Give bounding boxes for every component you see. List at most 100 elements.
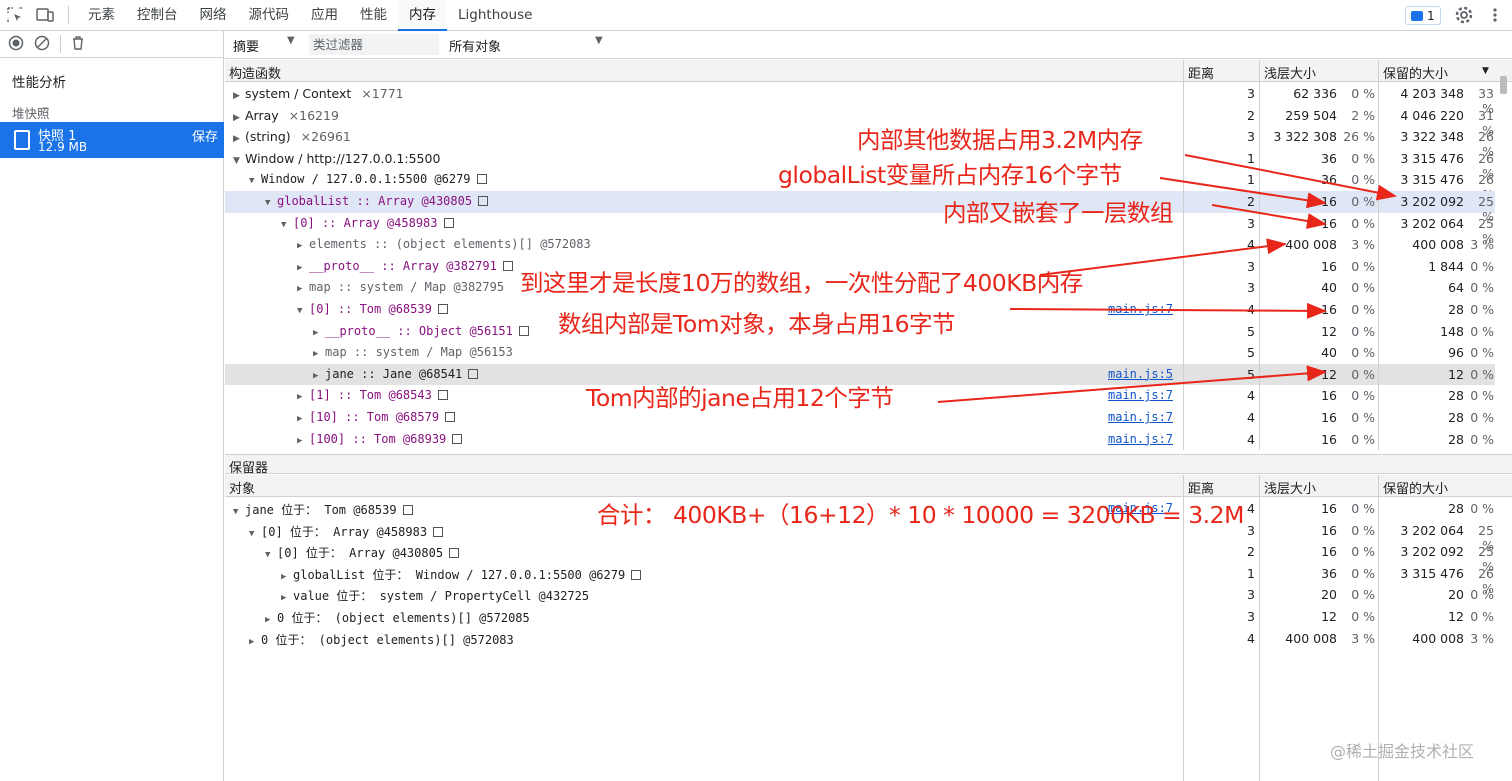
expand-triangle-closed-icon[interactable]: ▶: [297, 436, 309, 446]
expand-triangle-closed-icon[interactable]: ▶: [265, 615, 277, 625]
column-constructor[interactable]: 构造函数: [229, 63, 281, 82]
retained-size-cell: 20: [1448, 587, 1464, 603]
chevron-down-icon[interactable]: ▼: [287, 35, 295, 46]
expand-triangle-closed-icon[interactable]: ▶: [297, 263, 309, 273]
column-distance[interactable]: 距离: [1188, 478, 1214, 497]
column-shallow-size[interactable]: 浅层大小: [1264, 63, 1316, 82]
table-row[interactable]: ▶ map :: system / Map @56153 5 40 0 % 96 0 %: [225, 342, 1495, 364]
scrollbar-thumb[interactable]: [1500, 76, 1507, 94]
sort-desc-icon[interactable]: ▼: [1482, 66, 1489, 76]
tab-console[interactable]: 控制台: [126, 0, 189, 31]
clear-icon[interactable]: [34, 35, 50, 54]
issues-counter-button[interactable]: 1: [1405, 6, 1441, 25]
store-as-global-icon[interactable]: [478, 196, 489, 206]
expand-triangle-closed-icon[interactable]: ▶: [297, 414, 309, 424]
retained-percent-cell: 0 %: [1470, 366, 1494, 382]
store-as-global-icon[interactable]: [437, 390, 448, 401]
expand-triangle-closed-icon[interactable]: ▶: [233, 113, 245, 123]
source-link[interactable]: main.js:7: [1108, 432, 1173, 446]
expand-triangle-closed-icon[interactable]: ▶: [233, 134, 245, 144]
tab-sources[interactable]: 源代码: [238, 0, 301, 31]
source-link[interactable]: main.js:7: [1108, 410, 1173, 424]
table-row[interactable]: ▶ system / Context ×1771 3 62 336 0 % 4 203 34…: [225, 83, 1495, 116]
trash-icon[interactable]: [71, 35, 85, 54]
table-scrollbar[interactable]: [1497, 70, 1510, 446]
source-link[interactable]: main.js:7: [1108, 302, 1173, 316]
expand-triangle-closed-icon[interactable]: ▶: [281, 572, 293, 582]
source-link[interactable]: main.js:5: [1108, 367, 1173, 381]
table-row[interactable]: ▼ [0] :: Array @458983 3 16 0 % 3 202 064 25 %: [225, 213, 1495, 246]
column-distance[interactable]: 距离: [1188, 63, 1214, 82]
row-label: [10] :: Tom @68579: [309, 410, 440, 424]
tab-performance[interactable]: 性能: [349, 0, 398, 31]
table-row[interactable]: ▶ elements :: (object elements)[] @572083…: [225, 234, 1495, 256]
expand-triangle-open-icon[interactable]: ▼: [265, 198, 277, 208]
expand-triangle-open-icon[interactable]: ▼: [233, 156, 245, 166]
table-row[interactable]: ▶ value 位于： system / PropertyCell @432725…: [225, 584, 1495, 606]
store-as-global-icon[interactable]: [468, 368, 479, 379]
column-shallow-size[interactable]: 浅层大小: [1264, 478, 1316, 497]
expand-triangle-closed-icon[interactable]: ▶: [297, 284, 309, 294]
column-retained-size[interactable]: 保留的大小: [1383, 478, 1448, 497]
tab-elements[interactable]: 元素: [77, 0, 126, 31]
table-row[interactable]: ▶ 0 位于： (object elements)[] @572083 4 400 0…: [225, 628, 1495, 650]
class-filter-input[interactable]: [309, 34, 439, 55]
expand-triangle-open-icon[interactable]: ▼: [233, 507, 245, 517]
store-as-global-icon[interactable]: [631, 569, 642, 580]
snapshot-save-link[interactable]: 保存: [192, 126, 218, 145]
table-row[interactable]: ▶ globalList 位于： Window / 127.0.0.1:5500 …: [225, 563, 1495, 596]
expand-triangle-open-icon[interactable]: ▼: [297, 306, 309, 316]
store-as-global-icon[interactable]: [402, 505, 413, 515]
view-select[interactable]: 摘要: [233, 36, 259, 55]
row-label: __proto__ :: Object @56151: [325, 323, 513, 338]
expand-triangle-open-icon[interactable]: ▼: [249, 176, 261, 186]
store-as-global-icon[interactable]: [476, 174, 487, 185]
column-retained-size[interactable]: 保留的大小: [1383, 63, 1448, 82]
annotation-text: 内部其他数据占用3.2M内存: [857, 126, 1143, 154]
shallow-size-cell: 36: [1321, 172, 1337, 188]
expand-triangle-closed-icon[interactable]: ▶: [313, 328, 325, 338]
tab-network[interactable]: 网络: [189, 0, 238, 31]
inspect-element-icon[interactable]: [0, 0, 30, 31]
store-as-global-icon[interactable]: [518, 325, 529, 336]
expand-triangle-closed-icon[interactable]: ▶: [281, 593, 293, 603]
expand-triangle-open-icon[interactable]: ▼: [249, 529, 261, 539]
store-as-global-icon[interactable]: [443, 217, 454, 228]
expand-triangle-closed-icon[interactable]: ▶: [297, 392, 309, 402]
table-row[interactable]: ▶ [100] :: Tom @68939 main.js:7 4 16 0 % 28 0 %: [225, 429, 1495, 450]
column-object[interactable]: 对象: [229, 478, 255, 497]
expand-triangle-closed-icon[interactable]: ▶: [249, 637, 261, 647]
store-as-global-icon[interactable]: [437, 304, 448, 314]
column-divider: [1183, 60, 1184, 450]
row-label: (string): [245, 129, 291, 145]
expand-triangle-closed-icon[interactable]: ▶: [297, 241, 309, 251]
tab-memory[interactable]: 内存: [398, 0, 447, 31]
expand-triangle-closed-icon[interactable]: ▶: [233, 91, 245, 101]
row-name-cell: ▶ [1] :: Tom @68543: [297, 388, 448, 402]
shallow-percent-cell: 0 %: [1351, 587, 1375, 603]
expand-triangle-open-icon[interactable]: ▼: [281, 220, 293, 230]
snapshot-item[interactable]: 快照 1 12.9 MB 保存: [0, 122, 224, 158]
shallow-percent-cell: 0 %: [1351, 609, 1375, 624]
store-as-global-icon[interactable]: [449, 548, 460, 559]
store-as-global-icon[interactable]: [445, 412, 456, 422]
objects-select[interactable]: 所有对象: [449, 36, 501, 55]
source-link[interactable]: main.js:7: [1108, 388, 1173, 402]
record-icon[interactable]: [8, 35, 24, 54]
device-toolbar-icon[interactable]: [30, 0, 60, 31]
store-as-global-icon[interactable]: [433, 526, 444, 537]
expand-triangle-closed-icon[interactable]: ▶: [313, 371, 325, 381]
expand-triangle-open-icon[interactable]: ▼: [265, 550, 277, 560]
store-as-global-icon[interactable]: [452, 433, 463, 444]
expand-triangle-closed-icon[interactable]: ▶: [313, 349, 325, 359]
settings-gear-icon[interactable]: [1454, 5, 1474, 25]
tab-application[interactable]: 应用: [300, 0, 349, 31]
chevron-down-icon[interactable]: ▼: [595, 35, 603, 46]
table-row[interactable]: ▶ 0 位于： (object elements)[] @572085 3 12 0 %…: [225, 606, 1495, 628]
more-options-icon[interactable]: [1488, 5, 1502, 25]
table-row[interactable]: ▼ [0] 位于： Array @430805 2 16 0 % 3 202 092 25 …: [225, 541, 1495, 574]
table-row[interactable]: ▼ globalList :: Array @430805 2 16 0 % 3 202 …: [225, 191, 1495, 224]
tab-lighthouse[interactable]: Lighthouse: [447, 0, 543, 31]
retained-size-cell: 4 046 220: [1400, 107, 1464, 123]
store-as-global-icon[interactable]: [502, 260, 513, 271]
